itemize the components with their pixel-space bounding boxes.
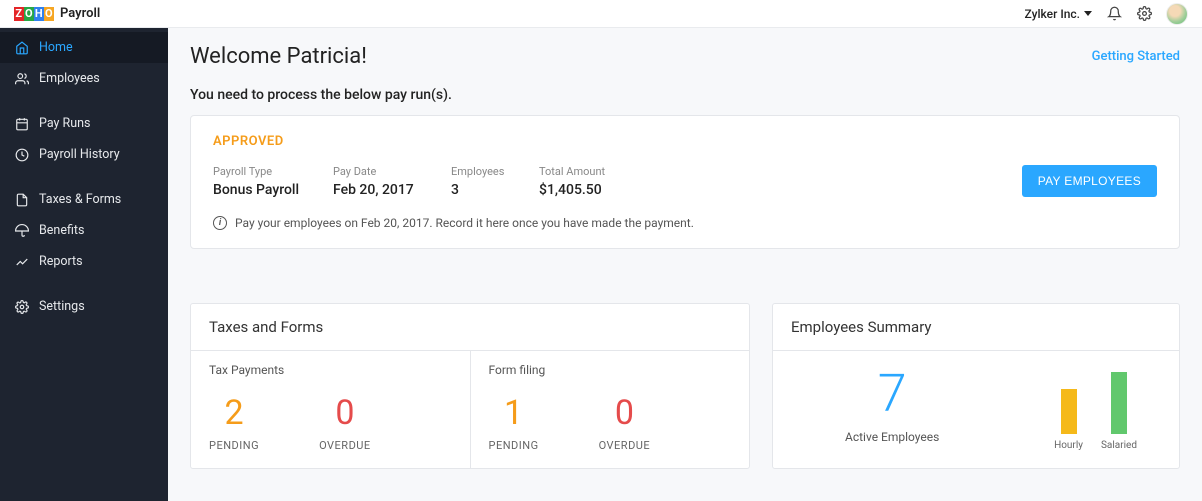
field-label: Payroll Type [213, 165, 333, 178]
chart-icon [14, 254, 29, 269]
getting-started-link[interactable]: Getting Started [1092, 49, 1180, 64]
sidebar-label: Taxes & Forms [39, 192, 121, 207]
sidebar: Home Employees Pay Runs Payroll History [0, 28, 168, 501]
pending-label: PENDING [489, 439, 539, 452]
payrun-field-amount: Total Amount $1,405.50 [539, 165, 679, 198]
info-icon: i [213, 216, 227, 230]
page-header: Welcome Patricia! Getting Started [190, 44, 1180, 69]
sidebar-label: Home [39, 40, 73, 55]
sidebar-label: Reports [39, 254, 83, 269]
tax-overdue: 0 OVERDUE [319, 393, 371, 452]
tax-nums: 2 PENDING 0 OVERDUE [209, 393, 452, 452]
file-icon [14, 192, 29, 207]
payrun-field-date: Pay Date Feb 20, 2017 [333, 165, 451, 198]
sidebar-item-taxes-forms[interactable]: Taxes & Forms [0, 184, 168, 215]
sidebar-item-settings[interactable]: Settings [0, 291, 168, 322]
field-value: Feb 20, 2017 [333, 182, 451, 198]
form-sub-label: Form filing [489, 363, 732, 377]
overdue-count: 0 [335, 393, 354, 433]
gear-icon [14, 299, 29, 314]
sidebar-item-benefits[interactable]: Benefits [0, 215, 168, 246]
org-switcher[interactable]: Zylker Inc. [1025, 7, 1092, 21]
sidebar-item-employees[interactable]: Employees [0, 63, 168, 94]
sidebar-label: Employees [39, 71, 100, 86]
field-value: $1,405.50 [539, 182, 679, 198]
field-label: Employees [451, 165, 539, 178]
field-label: Total Amount [539, 165, 679, 178]
notifications-icon[interactable] [1106, 6, 1122, 22]
form-filing-col: Form filing 1 PENDING 0 OVERDUE [470, 351, 750, 468]
user-avatar[interactable] [1166, 3, 1188, 25]
taxes-body: Tax Payments 2 PENDING 0 OVERDUE [191, 351, 749, 468]
sidebar-label: Settings [39, 299, 85, 314]
sidebar-label: Benefits [39, 223, 84, 238]
field-value: 3 [451, 182, 539, 198]
payrun-card: APPROVED Payroll Type Bonus Payroll Pay … [190, 115, 1180, 249]
need-process-text: You need to process the below pay run(s)… [190, 87, 1180, 103]
pending-label: PENDING [209, 439, 259, 452]
umbrella-icon [14, 223, 29, 238]
tax-payments-col: Tax Payments 2 PENDING 0 OVERDUE [191, 351, 470, 468]
employees-bar-chart: Hourly Salaried [1054, 361, 1149, 451]
field-label: Pay Date [333, 165, 451, 178]
payrun-note-text: Pay your employees on Feb 20, 2017. Reco… [235, 216, 694, 230]
sidebar-item-home[interactable]: Home [0, 32, 168, 63]
payrun-note: i Pay your employees on Feb 20, 2017. Re… [213, 216, 1157, 230]
caret-down-icon [1084, 11, 1092, 16]
sidebar-item-payruns[interactable]: Pay Runs [0, 108, 168, 139]
welcome-heading: Welcome Patricia! [190, 44, 367, 69]
pending-count: 2 [224, 393, 243, 433]
brand: ZOHO Payroll [14, 6, 100, 21]
zoho-logo: ZOHO [14, 7, 54, 21]
card-title: Taxes and Forms [191, 304, 749, 351]
pending-count: 1 [504, 393, 523, 433]
sidebar-label: Payroll History [39, 147, 120, 162]
bar-salaried-fill [1111, 372, 1127, 434]
overdue-count: 0 [615, 393, 634, 433]
sidebar-item-payroll-history[interactable]: Payroll History [0, 139, 168, 170]
payrun-status: APPROVED [213, 134, 1157, 149]
sidebar-label: Pay Runs [39, 116, 91, 131]
employees-summary-card: Employees Summary 7 Active Employees Hou… [772, 303, 1180, 469]
main-content: Welcome Patricia! Getting Started You ne… [168, 28, 1202, 501]
form-nums: 1 PENDING 0 OVERDUE [489, 393, 732, 452]
card-title: Employees Summary [773, 304, 1179, 351]
taxes-forms-card: Taxes and Forms Tax Payments 2 PENDING 0… [190, 303, 750, 469]
overdue-label: OVERDUE [319, 439, 371, 452]
emp-body: 7 Active Employees Hourly Salaried [773, 351, 1179, 455]
bar-salaried: Salaried [1101, 372, 1137, 451]
form-overdue: 0 OVERDUE [599, 393, 651, 452]
bar-salaried-label: Salaried [1101, 440, 1137, 451]
payrun-row: Payroll Type Bonus Payroll Pay Date Feb … [213, 165, 1157, 198]
dashboard-cards-row: Taxes and Forms Tax Payments 2 PENDING 0… [190, 303, 1180, 469]
tax-pending: 2 PENDING [209, 393, 259, 452]
form-pending: 1 PENDING [489, 393, 539, 452]
sidebar-item-reports[interactable]: Reports [0, 246, 168, 277]
active-employees-count: 7 [878, 368, 907, 420]
bar-hourly: Hourly [1054, 389, 1083, 451]
employees-icon [14, 71, 29, 86]
active-employees-label: Active Employees [845, 430, 939, 444]
pay-employees-button[interactable]: PAY EMPLOYEES [1022, 165, 1157, 197]
bar-hourly-fill [1061, 389, 1077, 434]
org-name: Zylker Inc. [1025, 7, 1080, 21]
settings-icon[interactable] [1136, 6, 1152, 22]
payrun-field-employees: Employees 3 [451, 165, 539, 198]
bar-hourly-label: Hourly [1054, 440, 1083, 451]
payrun-field-type: Payroll Type Bonus Payroll [213, 165, 333, 198]
top-right: Zylker Inc. [1025, 3, 1188, 25]
top-bar: ZOHO Payroll Zylker Inc. [0, 0, 1202, 28]
home-icon [14, 40, 29, 55]
tax-sub-label: Tax Payments [209, 363, 452, 377]
field-value: Bonus Payroll [213, 182, 333, 198]
history-icon [14, 147, 29, 162]
calendar-icon [14, 116, 29, 131]
brand-product: Payroll [60, 6, 100, 21]
overdue-label: OVERDUE [599, 439, 651, 452]
active-employees-block: 7 Active Employees [803, 368, 939, 444]
